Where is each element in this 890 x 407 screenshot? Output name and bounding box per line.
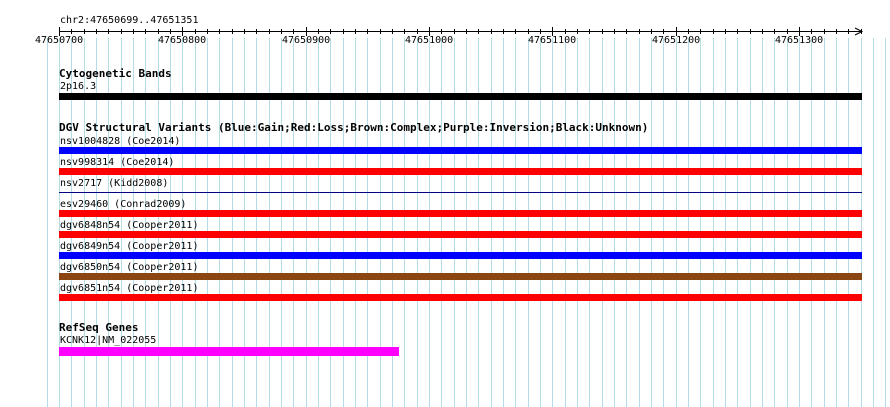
- dgv-feature-bar[interactable]: [59, 168, 862, 175]
- cytoband-feature[interactable]: [59, 93, 862, 100]
- ruler-tick-label: 47651300: [775, 35, 824, 46]
- dgv-feature-label: nsv998314 (Coe2014): [60, 157, 175, 168]
- dgv-feature-bar[interactable]: [59, 294, 862, 301]
- dgv-track-title: DGV Structural Variants (Blue:Gain;Red:L…: [59, 121, 649, 134]
- dgv-feature-bar[interactable]: [59, 231, 862, 238]
- genome-browser-view: chr2:47650699..47651351 47650700 47650800…: [0, 0, 890, 407]
- refseq-gene-label: KCNK12|NM_022055: [60, 335, 157, 346]
- dgv-feature-bar[interactable]: [59, 252, 862, 259]
- dgv-feature-bar[interactable]: [59, 273, 862, 280]
- ruler-tick-label: 47650800: [158, 35, 207, 46]
- dgv-feature-label: dgv6848n54 (Cooper2011): [60, 220, 199, 231]
- dgv-feature-label: esv29460 (Conrad2009): [60, 199, 187, 210]
- dgv-feature-bar[interactable]: [59, 210, 862, 217]
- ruler-tick-label: 47651100: [528, 35, 577, 46]
- dgv-feature-bar[interactable]: [59, 147, 862, 154]
- dgv-feature-bar[interactable]: [59, 192, 862, 193]
- cytoband-label: 2p16.3: [60, 81, 97, 92]
- ruler-tick-label: 47650900: [282, 35, 331, 46]
- refseq-gene-feature[interactable]: [59, 347, 399, 356]
- dgv-feature-label: nsv1004828 (Coe2014): [60, 136, 181, 147]
- dgv-feature-label: dgv6850n54 (Cooper2011): [60, 262, 199, 273]
- refseq-track-title: RefSeq Genes: [59, 321, 139, 334]
- ruler-tick-label: 47651200: [652, 35, 701, 46]
- dgv-feature-label: dgv6851n54 (Cooper2011): [60, 283, 199, 294]
- region-label: chr2:47650699..47651351: [60, 15, 199, 26]
- dgv-feature-label: nsv2717 (Kidd2008): [60, 178, 169, 189]
- ruler-tick-label: 47650700: [35, 35, 84, 46]
- cytoband-track-title: Cytogenetic Bands: [59, 67, 172, 80]
- ruler-tick-label: 47651000: [405, 35, 454, 46]
- dgv-feature-label: dgv6849n54 (Cooper2011): [60, 241, 199, 252]
